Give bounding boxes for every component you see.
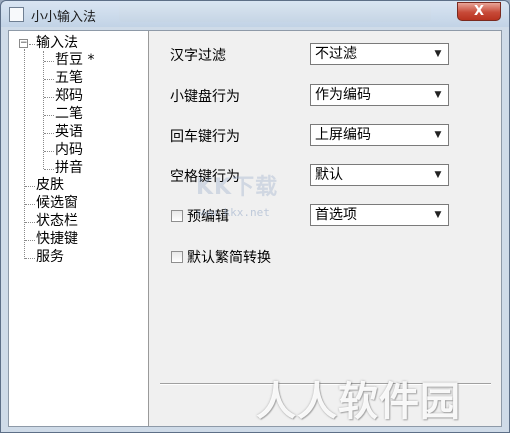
tree-item-scheme[interactable]: 哲豆 * bbox=[55, 52, 94, 69]
window-title: 小小输入法 bbox=[31, 10, 97, 25]
settings-window: 小小输入法 X − 输入法 哲豆 * 五笔 郑码 二笔 英语 内码 拼音 皮肤 … bbox=[0, 0, 510, 433]
preedit-checkbox[interactable] bbox=[171, 210, 183, 222]
tree-connector bbox=[25, 258, 35, 259]
dropdown-arrow-icon: ▼ bbox=[434, 90, 442, 100]
numpad-behavior-select[interactable]: 作为编码 ▼ bbox=[310, 84, 449, 106]
space-key-behavior-select[interactable]: 默认 ▼ bbox=[310, 164, 449, 186]
tree-connector bbox=[25, 186, 35, 187]
tree-item-service[interactable]: 服务 bbox=[36, 249, 64, 266]
close-button[interactable]: X bbox=[457, 2, 501, 21]
numpad-behavior-label: 小键盘行为 bbox=[170, 89, 240, 105]
tree-connector bbox=[44, 61, 54, 62]
tree-connector bbox=[44, 151, 54, 152]
preedit-select[interactable]: 首选项 ▼ bbox=[310, 204, 449, 226]
client-area: − 输入法 哲豆 * 五笔 郑码 二笔 英语 内码 拼音 皮肤 候选窗 状态栏 … bbox=[8, 30, 502, 427]
dropdown-arrow-icon: ▼ bbox=[434, 130, 442, 140]
select-value: 作为编码 bbox=[315, 87, 371, 103]
tree-connector bbox=[25, 204, 35, 205]
dropdown-arrow-icon: ▼ bbox=[434, 210, 442, 220]
hanzi-filter-label: 汉字过滤 bbox=[170, 48, 226, 64]
enter-key-behavior-select[interactable]: 上屏编码 ▼ bbox=[310, 124, 449, 146]
tree-connector bbox=[44, 133, 54, 134]
dropdown-arrow-icon: ▼ bbox=[434, 170, 442, 180]
tree-item-scheme[interactable]: 五笔 bbox=[55, 70, 83, 87]
tree-item-hotkeys[interactable]: 快捷键 bbox=[36, 231, 78, 248]
kk-watermark-url: www.kkx.net bbox=[197, 206, 270, 219]
hanzi-filter-select[interactable]: 不过滤 ▼ bbox=[310, 43, 449, 65]
tree-connector bbox=[25, 222, 35, 223]
tree-item-scheme[interactable]: 内码 bbox=[55, 142, 83, 159]
select-value: 不过滤 bbox=[315, 46, 357, 62]
enter-key-behavior-label: 回车键行为 bbox=[170, 129, 240, 145]
close-icon: X bbox=[473, 4, 485, 19]
site-watermark: 人人软件园 bbox=[256, 379, 461, 425]
select-value: 首选项 bbox=[315, 207, 357, 223]
tree-connector bbox=[44, 115, 54, 116]
tree-item-status-bar[interactable]: 状态栏 bbox=[36, 213, 78, 230]
select-value: 默认 bbox=[315, 167, 343, 183]
tree-item-input-method[interactable]: 输入法 bbox=[36, 35, 78, 52]
collapse-icon[interactable]: − bbox=[19, 39, 28, 48]
tree-item-scheme[interactable]: 英语 bbox=[55, 124, 83, 141]
tree-connector bbox=[44, 79, 54, 80]
background-tab-strip bbox=[119, 5, 431, 22]
settings-form: 汉字过滤 不过滤 ▼ 小键盘行为 作为编码 ▼ 回车键行为 上屏编码 ▼ 空格键… bbox=[150, 31, 501, 426]
trad-simp-label: 默认繁简转换 bbox=[187, 250, 271, 266]
settings-tree: − 输入法 哲豆 * 五笔 郑码 二笔 英语 内码 拼音 皮肤 候选窗 状态栏 … bbox=[9, 31, 149, 426]
tree-connector bbox=[29, 44, 35, 45]
tree-item-scheme[interactable]: 二笔 bbox=[55, 106, 83, 123]
tree-item-scheme[interactable]: 郑码 bbox=[55, 88, 83, 105]
select-value: 上屏编码 bbox=[315, 127, 371, 143]
tree-connector bbox=[44, 169, 54, 170]
kk-watermark: KK下载 bbox=[196, 175, 279, 200]
dropdown-arrow-icon: ▼ bbox=[434, 49, 442, 59]
tree-connector bbox=[24, 49, 25, 259]
app-icon bbox=[9, 7, 24, 22]
tree-item-skin[interactable]: 皮肤 bbox=[36, 177, 64, 194]
tree-connector bbox=[25, 240, 35, 241]
trad-simp-checkbox[interactable] bbox=[171, 251, 183, 263]
title-bar[interactable]: 小小输入法 X bbox=[1, 1, 509, 27]
tree-item-scheme[interactable]: 拼音 bbox=[55, 160, 83, 177]
tree-item-candidate-window[interactable]: 候选窗 bbox=[36, 195, 78, 212]
tree-connector bbox=[44, 97, 54, 98]
